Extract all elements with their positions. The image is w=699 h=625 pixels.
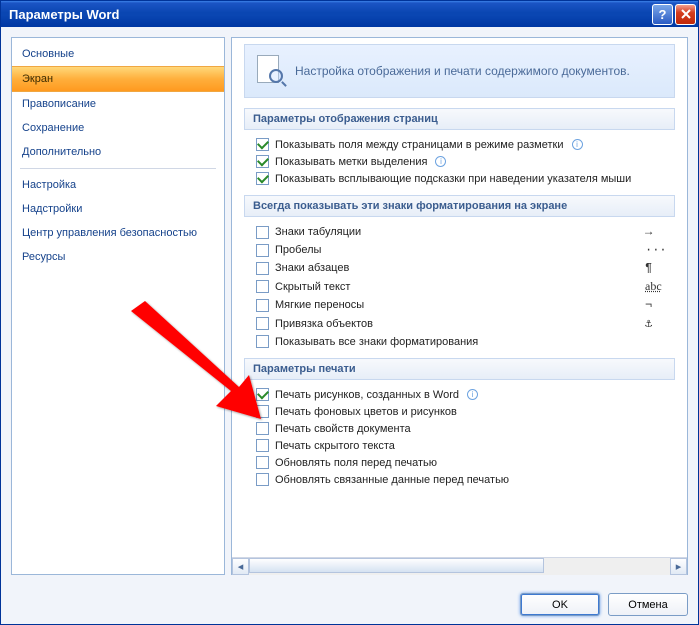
sidebar-item-display[interactable]: Экран — [12, 66, 224, 92]
opt-mark-paragraph[interactable]: Знаки абзацев ¶ — [244, 259, 675, 277]
opt-mark-tab[interactable]: Знаки табуляции → — [244, 223, 675, 241]
symbol-anchor: ⚓ — [645, 316, 675, 331]
symbol-hidden: abc — [645, 279, 675, 294]
sidebar-item-proofing[interactable]: Правописание — [12, 92, 224, 116]
scroll-track[interactable] — [249, 558, 670, 575]
checkbox[interactable] — [256, 405, 269, 418]
help-button[interactable]: ? — [652, 4, 673, 25]
checkbox[interactable] — [256, 244, 269, 257]
sidebar-item-addins[interactable]: Надстройки — [12, 197, 224, 221]
info-icon[interactable]: i — [435, 156, 446, 167]
dialog-footer: OK Отмена — [1, 585, 698, 624]
checkbox[interactable] — [256, 172, 269, 185]
section-display-header: Параметры отображения страниц — [244, 108, 675, 130]
page-banner: Настройка отображения и печати содержимо… — [244, 44, 675, 98]
word-options-dialog: Параметры Word ? Основные Экран Правопис… — [0, 0, 699, 625]
checkbox[interactable] — [256, 280, 269, 293]
preview-icon — [257, 55, 285, 87]
content-panel: Настройка отображения и печати содержимо… — [231, 37, 688, 575]
sidebar-item-resources[interactable]: Ресурсы — [12, 245, 224, 269]
opt-mark-hidden[interactable]: Скрытый текст abc — [244, 277, 675, 296]
close-button[interactable] — [675, 4, 696, 25]
titlebar: Параметры Word ? — [1, 1, 698, 27]
cancel-button[interactable]: Отмена — [608, 593, 688, 616]
opt-show-highlighter[interactable]: Показывать метки выделения i — [244, 153, 675, 170]
checkbox[interactable] — [256, 262, 269, 275]
opt-print-update-fields[interactable]: Обновлять поля перед печатью — [244, 454, 675, 471]
info-icon[interactable]: i — [467, 389, 478, 400]
opt-mark-space[interactable]: Пробелы ··· — [244, 241, 675, 259]
checkbox[interactable] — [256, 439, 269, 452]
opt-print-hidden[interactable]: Печать скрытого текста — [244, 437, 675, 454]
sidebar-item-general[interactable]: Основные — [12, 42, 224, 66]
checkbox[interactable] — [256, 388, 269, 401]
banner-text: Настройка отображения и печати содержимо… — [295, 64, 630, 78]
checkbox[interactable] — [256, 317, 269, 330]
opt-mark-hyphen[interactable]: Мягкие переносы ¬ — [244, 296, 675, 314]
symbol-space: ··· — [645, 243, 675, 257]
symbol-tab: → — [645, 225, 675, 239]
checkbox[interactable] — [256, 299, 269, 312]
sidebar-item-customize[interactable]: Настройка — [12, 173, 224, 197]
checkbox[interactable] — [256, 138, 269, 151]
checkbox[interactable] — [256, 155, 269, 168]
checkbox[interactable] — [256, 335, 269, 348]
category-sidebar: Основные Экран Правописание Сохранение Д… — [11, 37, 225, 575]
sidebar-item-trust-center[interactable]: Центр управления безопасностью — [12, 221, 224, 245]
sidebar-item-advanced[interactable]: Дополнительно — [12, 140, 224, 164]
section-marks-header: Всегда показывать эти знаки форматирован… — [244, 195, 675, 217]
symbol-paragraph: ¶ — [645, 261, 675, 275]
scroll-right-button[interactable]: ▸ — [670, 558, 687, 575]
opt-print-drawings[interactable]: Печать рисунков, созданных в Word i — [244, 386, 675, 403]
dialog-body: Основные Экран Правописание Сохранение Д… — [1, 27, 698, 585]
opt-mark-all[interactable]: Показывать все знаки форматирования — [244, 333, 675, 350]
opt-show-tooltips[interactable]: Показывать всплывающие подсказки при нав… — [244, 170, 675, 187]
opt-mark-anchor[interactable]: Привязка объектов ⚓ — [244, 314, 675, 333]
section-print-header: Параметры печати — [244, 358, 675, 380]
window-title: Параметры Word — [9, 7, 650, 22]
checkbox[interactable] — [256, 226, 269, 239]
sidebar-divider — [20, 168, 216, 169]
checkbox[interactable] — [256, 473, 269, 486]
checkbox[interactable] — [256, 422, 269, 435]
opt-print-background[interactable]: Печать фоновых цветов и рисунков — [244, 403, 675, 420]
sidebar-item-save[interactable]: Сохранение — [12, 116, 224, 140]
horizontal-scrollbar[interactable]: ◂ ▸ — [232, 557, 687, 574]
scroll-left-button[interactable]: ◂ — [232, 558, 249, 575]
opt-print-update-linked[interactable]: Обновлять связанные данные перед печатью — [244, 471, 675, 488]
symbol-hyphen: ¬ — [645, 298, 675, 312]
checkbox[interactable] — [256, 456, 269, 469]
opt-print-properties[interactable]: Печать свойств документа — [244, 420, 675, 437]
info-icon[interactable]: i — [572, 139, 583, 150]
opt-show-whitespace[interactable]: Показывать поля между страницами в режим… — [244, 136, 675, 153]
scroll-thumb[interactable] — [249, 558, 544, 573]
content-scroll: Настройка отображения и печати содержимо… — [232, 38, 687, 557]
ok-button[interactable]: OK — [520, 593, 600, 616]
